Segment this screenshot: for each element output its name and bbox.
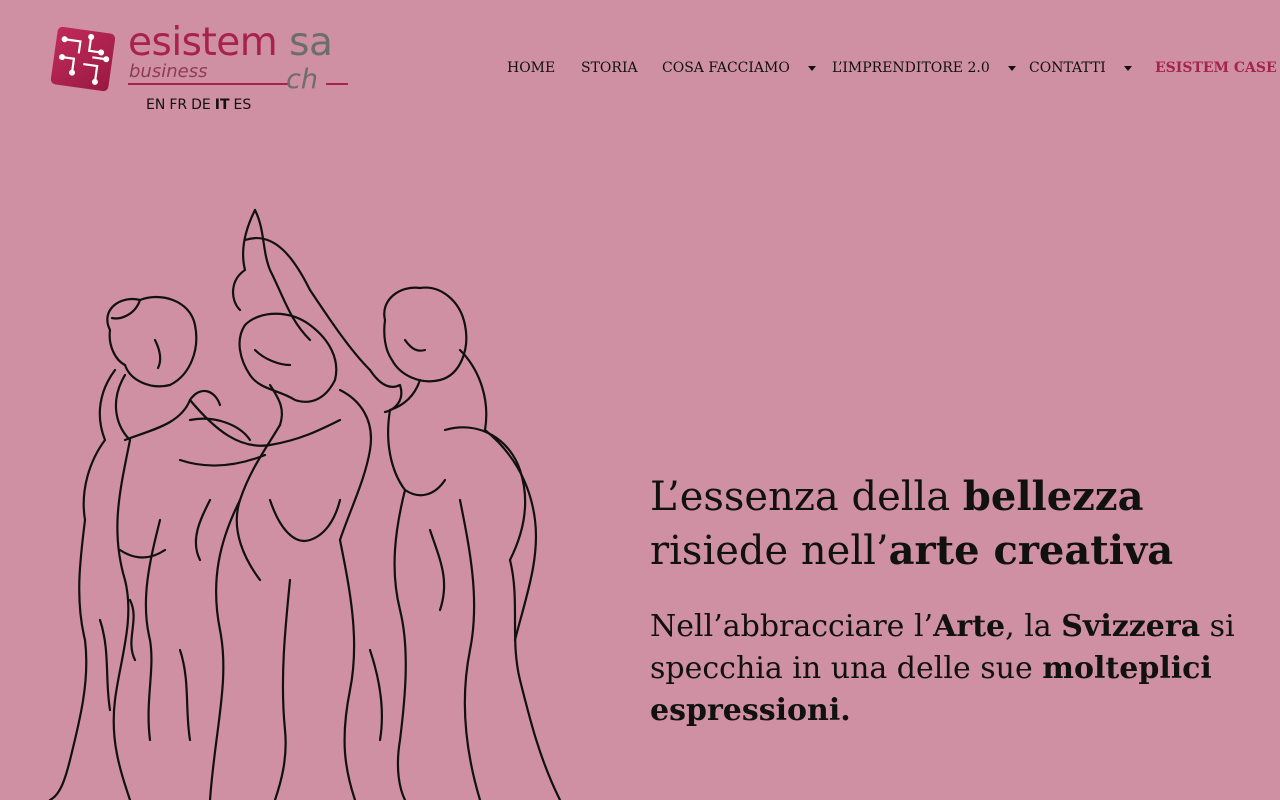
three-graces-illustration <box>48 208 562 800</box>
hero-subtitle: Nell’abbracciare l’Arte, la Svizzera si … <box>650 606 1270 732</box>
hero-sub-bold1: Arte <box>933 609 1006 644</box>
nav-home-label: HOME <box>507 60 556 76</box>
brand-name-suffix: sa <box>289 20 333 65</box>
circuit-logo-icon <box>50 26 116 92</box>
nav-cosa-facciamo[interactable]: COSA FACCIAMO <box>662 60 816 76</box>
nav-imprenditore[interactable]: L’IMPRENDITORE 2.0 <box>832 60 1016 76</box>
nav-esistem-case-label: ESISTEM CASE <box>1155 60 1277 76</box>
brand-divider <box>128 83 288 85</box>
main-nav: HOME STORIA COSA FACCIAMO L’IMPRENDITORE… <box>0 60 1280 82</box>
brand-divider-end <box>326 83 348 85</box>
hero-title: L’essenza della bellezza risiede nell’ar… <box>650 470 1270 578</box>
hero-title-part1: L’essenza della <box>650 474 963 520</box>
chevron-down-icon[interactable] <box>1007 65 1016 71</box>
language-switcher: EN FR DE IT ES <box>146 97 251 113</box>
lang-fr[interactable]: FR <box>169 97 187 113</box>
nav-storia[interactable]: STORIA <box>581 60 638 76</box>
hero-title-bold1: bellezza <box>962 473 1144 520</box>
hero-section: L’essenza della bellezza risiede nell’ar… <box>650 470 1270 732</box>
brand-name-main: esistem <box>128 20 278 65</box>
nav-imprenditore-label: L’IMPRENDITORE 2.0 <box>832 60 990 76</box>
brand-name: esistem sa <box>128 20 333 65</box>
hero-title-part2: risiede nell’ <box>650 528 889 574</box>
hero-sub-part1: Nell’abbracciare l’ <box>650 609 934 644</box>
nav-home[interactable]: HOME <box>507 60 555 76</box>
hero-sub-bold2: Svizzera <box>1061 609 1201 644</box>
lang-it[interactable]: IT <box>215 97 230 113</box>
hero-sub-part2: , la <box>1005 609 1062 644</box>
nav-storia-label: STORIA <box>581 60 638 76</box>
chevron-down-icon[interactable] <box>807 65 816 71</box>
chevron-down-icon[interactable] <box>1123 65 1132 71</box>
lang-es[interactable]: ES <box>234 97 252 113</box>
nav-contatti[interactable]: CONTATTI <box>1029 60 1132 76</box>
site-header: esistem sa business ch EN FR DE IT ES HO… <box>0 0 1280 130</box>
nav-cosa-facciamo-label: COSA FACCIAMO <box>662 60 790 76</box>
lang-en[interactable]: EN <box>146 97 165 113</box>
nav-esistem-case[interactable]: ESISTEM CASE <box>1155 60 1277 76</box>
hero-title-bold2: arte creativa <box>888 527 1174 574</box>
lang-de[interactable]: DE <box>191 97 211 113</box>
nav-contatti-label: CONTATTI <box>1029 60 1106 76</box>
